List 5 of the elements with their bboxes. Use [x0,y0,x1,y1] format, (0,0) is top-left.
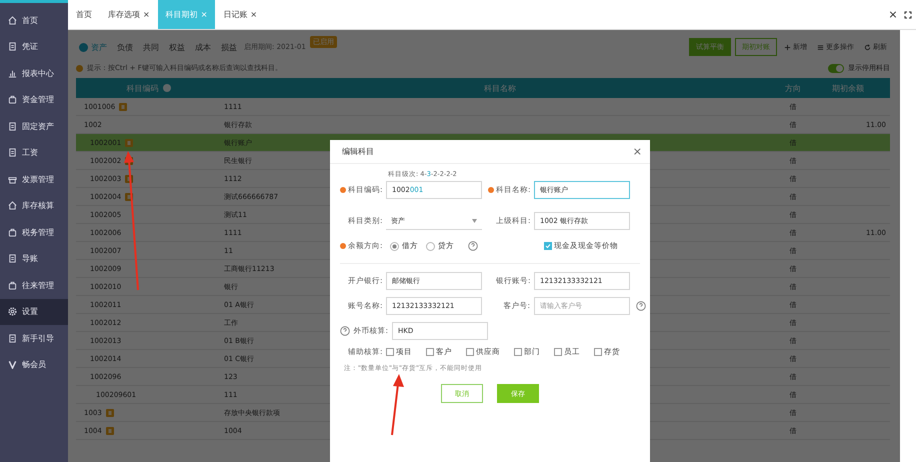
column-header: 方向 [785,82,801,94]
column-header: 科目名称 [484,82,516,94]
column-header: 科目编码 [126,82,158,94]
column-header: 期初余额 [832,82,864,94]
dialog-title: 编辑科目 [342,146,374,157]
